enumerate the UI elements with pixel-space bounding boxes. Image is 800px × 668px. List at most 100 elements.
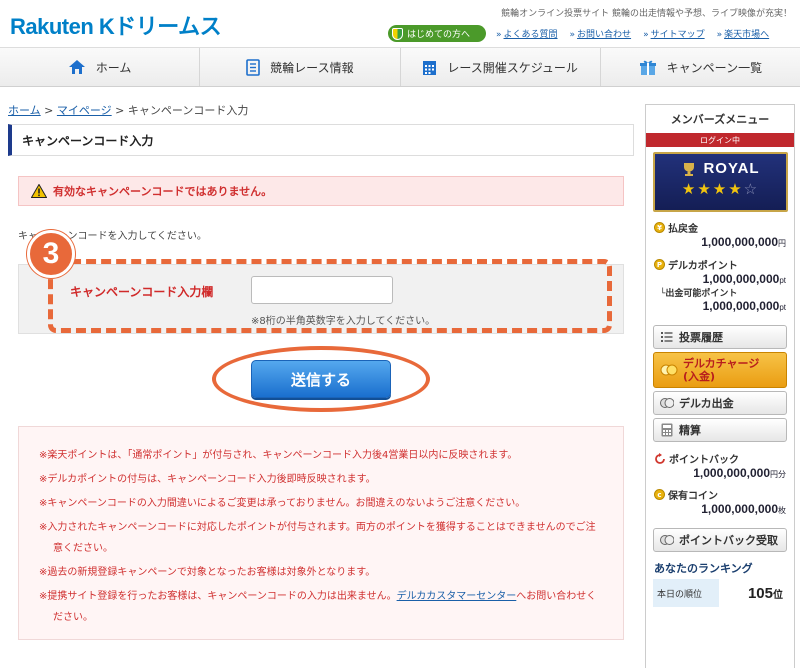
header-links: よくある質問 お問い合わせ サイトマップ 楽天市場へ — [496, 27, 781, 40]
ranking-today-label: 本日の順位 — [653, 579, 719, 607]
coins-unit: 枚 — [778, 506, 786, 515]
vote-history-button[interactable]: 投票履歴 — [653, 325, 787, 349]
members-menu-title: メンバーズメニュー — [670, 113, 770, 126]
site-logo[interactable]: Rakuten Kドリームス — [10, 9, 222, 41]
nav-home[interactable]: ホーム — [0, 48, 201, 86]
breadcrumb: ホーム > マイページ > キャンペーンコード入力 — [8, 102, 248, 118]
nav-campaigns-label: キャンペーン一覧 — [666, 60, 763, 75]
pointback-receive-button[interactable]: ポイントバック受取 — [653, 528, 787, 552]
breadcrumb-current: キャンペーンコード入力 — [127, 104, 249, 117]
payout-label: 払戻金 — [668, 224, 698, 235]
receive-coins-icon — [660, 535, 674, 545]
ranking-title: あなたのランキング — [654, 562, 753, 575]
pointback-unit: 円分 — [770, 470, 786, 479]
note-text: ※提携サイト登録を行ったお客様は、キャンペーンコードの入力は出来ません。 — [39, 591, 397, 602]
rank-stars: ★★★★☆ — [655, 180, 786, 198]
nav-schedule-label: レース開催スケジュール — [447, 60, 578, 75]
delca-charge-line1: デルカチャージ — [683, 357, 760, 370]
delca-points-value: 1,000,000,000 — [702, 272, 780, 286]
member-rank-card: ROYAL ★★★★☆ — [653, 152, 788, 212]
trophy-icon — [684, 162, 695, 176]
gift-icon — [639, 60, 656, 75]
delca-withdraw-label: デルカ出金 — [679, 397, 734, 410]
delca-points-row: P デルカポイント 1,000,000,000pt └出金可能ポイント 1,000… — [646, 257, 794, 313]
calculator-icon — [661, 423, 673, 437]
yen-coin-icon: ¥ — [654, 222, 665, 233]
breadcrumb-home[interactable]: ホーム — [8, 104, 41, 117]
faq-link[interactable]: よくある質問 — [496, 27, 558, 40]
breadcrumb-mypage[interactable]: マイページ — [57, 104, 112, 117]
coins-value: 1,000,000,000 — [701, 502, 778, 516]
payout-value-wrap: 1,000,000,000円 — [654, 235, 786, 249]
pointback-receive-label: ポイントバック受取 — [679, 534, 778, 547]
warning-icon — [31, 184, 47, 198]
nav-campaigns[interactable]: キャンペーン一覧 — [601, 48, 800, 86]
breadcrumb-separator: > — [44, 104, 54, 117]
contact-link[interactable]: お問い合わせ — [570, 27, 631, 40]
pointback-row: ポイントバック 1,000,000,000円分 — [646, 451, 794, 480]
campaign-code-label: キャンペーンコード入力欄 — [70, 285, 214, 299]
campaign-code-hint: ※8桁の半角英数字を入力してください。 — [251, 316, 436, 327]
calendar-icon — [423, 60, 437, 75]
settlement-label: 精算 — [679, 424, 701, 437]
coin-icon: c — [654, 489, 665, 500]
global-nav: ホーム 競輪レース情報 レース開催スケジュール キャンペーン一覧 — [0, 47, 800, 87]
beginner-mark-icon — [392, 27, 403, 40]
pointback-label: ポイントバック — [669, 455, 739, 466]
beginner-guide-button[interactable]: はじめての方へ — [388, 25, 486, 42]
members-menu-sidebar: メンバーズメニュー ログイン中 ROYAL ★★★★☆ ¥ 払戻金 1,000,0… — [645, 104, 795, 668]
nav-race-info[interactable]: 競輪レース情報 — [200, 48, 401, 86]
point-coin-icon: P — [654, 259, 665, 270]
pointback-value: 1,000,000,000 — [693, 466, 770, 480]
member-rank-name: ROYAL — [655, 154, 786, 177]
payout-unit: 円 — [778, 239, 786, 248]
ranking-today-unit: 位 — [773, 589, 783, 601]
list-icon — [661, 332, 673, 342]
nav-schedule[interactable]: レース開催スケジュール — [401, 48, 601, 86]
page-title: キャンペーンコード入力 — [8, 124, 634, 156]
nav-race-info-label: 競輪レース情報 — [270, 60, 354, 75]
payout-label-wrap: ¥ 払戻金 — [654, 220, 786, 235]
pointback-value-wrap: 1,000,000,000円分 — [654, 466, 786, 480]
home-icon — [68, 60, 85, 74]
settlement-button[interactable]: 精算 — [653, 418, 787, 442]
campaign-code-input[interactable] — [251, 276, 393, 304]
beginner-guide-label: はじめての方へ — [407, 30, 471, 40]
star-empty-icon: ☆ — [743, 180, 760, 198]
note-item: ※過去の新規登録キャンペーンで対象となったお客様は対象外となります。 — [39, 567, 376, 578]
delca-points-label: デルカポイント — [668, 261, 738, 272]
login-status-badge: ログイン中 — [646, 133, 794, 147]
payout-value: 1,000,000,000 — [701, 235, 778, 249]
note-item: ※デルカポイントの付与は、キャンペーンコード入力後即時反映されます。 — [39, 474, 376, 485]
delca-charge-label: デルカチャージ (入金) — [683, 357, 759, 383]
star-icon: ★ — [728, 180, 744, 198]
vote-history-label: 投票履歴 — [679, 331, 723, 344]
rank-name-text: ROYAL — [703, 160, 760, 177]
error-message-box: 有効なキャンペーンコードではありません。 — [18, 176, 624, 206]
withdrawable-value: 1,000,000,000 — [702, 299, 780, 313]
refresh-icon — [655, 452, 665, 464]
breadcrumb-separator: > — [115, 104, 125, 117]
delca-charge-button[interactable]: デルカチャージ (入金) — [653, 352, 787, 388]
delca-points-label-wrap: P デルカポイント — [654, 257, 786, 272]
star-icon: ★ — [712, 180, 729, 198]
error-message-text: 有効なキャンペーンコードではありません。 — [53, 185, 273, 198]
note-item: ※キャンペーンコードの入力間違いによるご変更は承っておりません。お間違えのないよ… — [39, 498, 526, 509]
customer-center-link[interactable]: デルカカスタマーセンター — [397, 591, 517, 602]
submit-button[interactable]: 送信する — [251, 360, 391, 398]
delca-charge-line2: (入金) — [683, 370, 716, 383]
withdrawable-label: └出金可能ポイント — [660, 289, 738, 299]
document-icon — [246, 58, 260, 76]
coins-label-wrap: c 保有コイン — [654, 487, 786, 502]
withdrawable-unit: pt — [779, 303, 786, 312]
coins-label: 保有コイン — [668, 491, 718, 502]
rakuten-ichiba-link[interactable]: 楽天市場へ — [717, 27, 769, 40]
delca-withdraw-button[interactable]: デルカ出金 — [653, 391, 787, 415]
note-item: ※入力されたキャンペーンコードに対応したポイントが付与されます。両方のポイントを… — [39, 522, 596, 554]
notes-box: ※楽天ポイントは、「通常ポイント」が付与され、キャンペーンコード入力後4営業日以… — [18, 426, 624, 640]
withdrawable-value-wrap: 1,000,000,000pt — [654, 299, 786, 313]
sitemap-link[interactable]: サイトマップ — [643, 27, 705, 40]
ranking-today-value: 105 — [747, 584, 773, 602]
ranking-today-row: 本日の順位 105位 — [653, 579, 787, 607]
pointback-label-wrap: ポイントバック — [654, 451, 786, 466]
